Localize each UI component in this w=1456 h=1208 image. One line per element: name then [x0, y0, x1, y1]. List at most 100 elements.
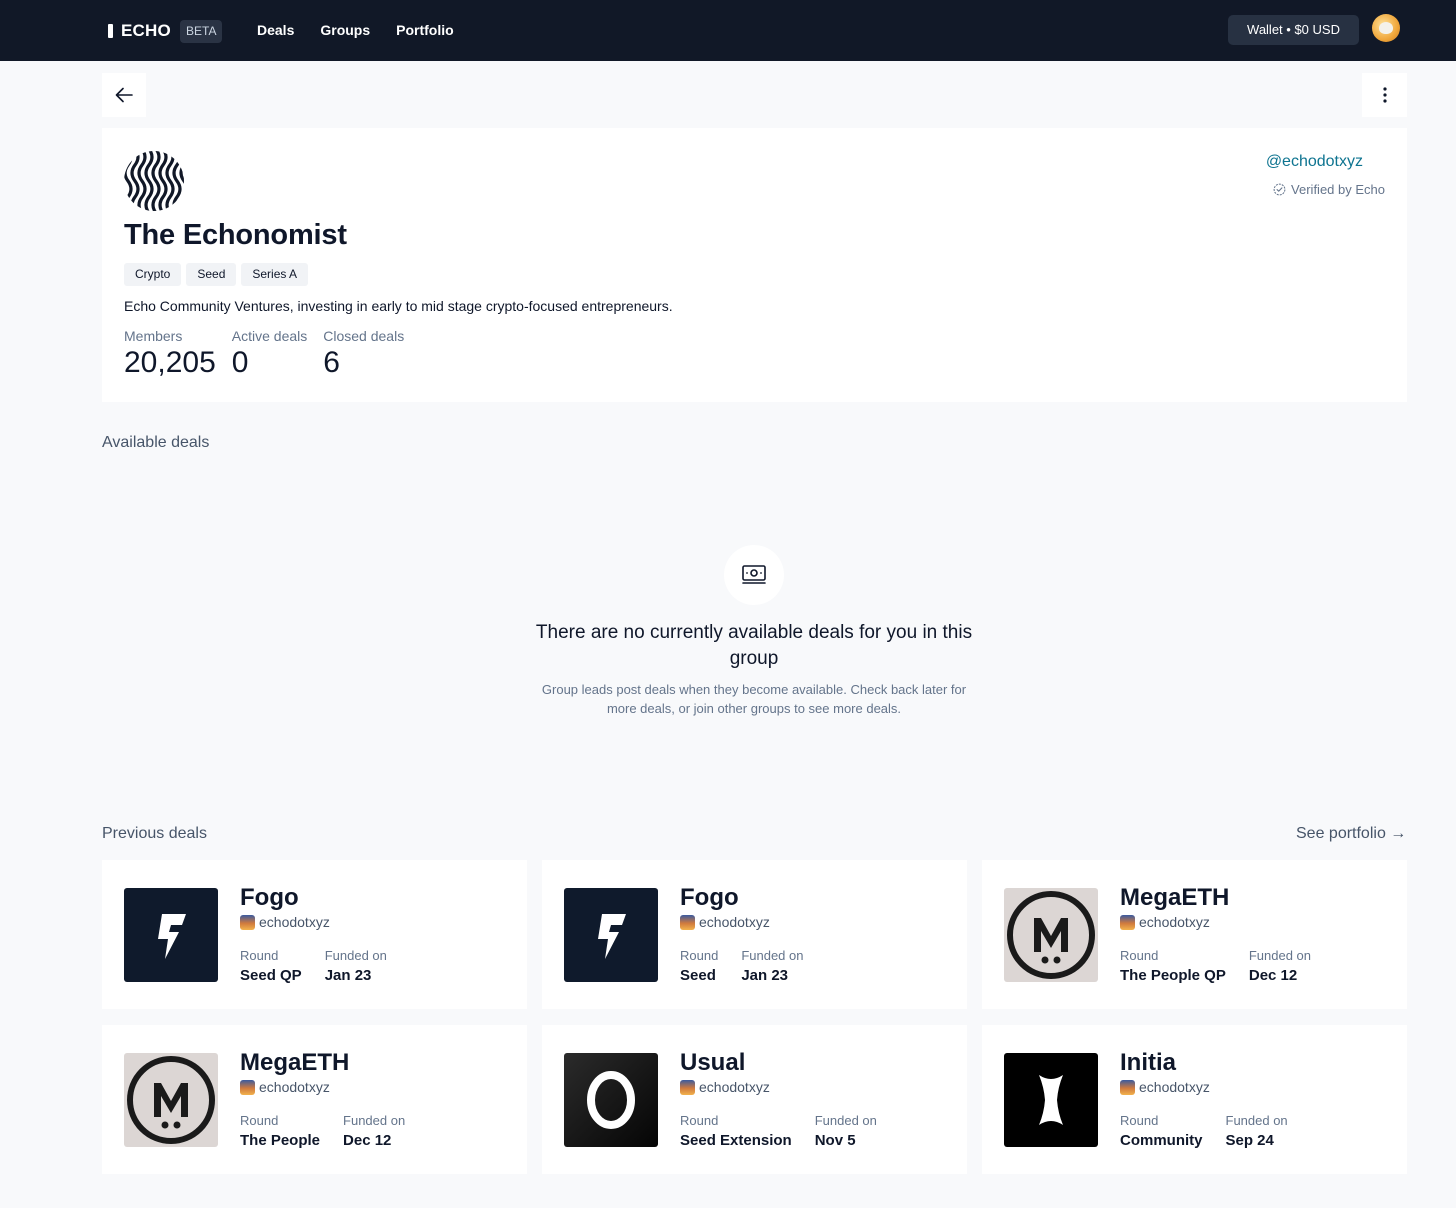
stat-value: 20,205	[124, 346, 216, 379]
group-logo-icon	[124, 151, 184, 211]
round-value: Seed Extension	[680, 1132, 792, 1149]
more-options-button[interactable]	[1362, 73, 1407, 117]
stat-label: Closed deals	[323, 328, 405, 344]
deal-owner: echodotxyz	[1120, 914, 1210, 930]
verified-badge: Verified by Echo	[1273, 182, 1385, 197]
deal-name: Usual	[680, 1049, 746, 1076]
deal-round: Round The People QP	[1120, 948, 1226, 984]
megaeth-logo-icon	[124, 1053, 218, 1147]
deal-round: Round Seed Extension	[680, 1113, 792, 1149]
deal-funded: Funded on Jan 23	[325, 948, 387, 984]
see-portfolio-link[interactable]: See portfolio →	[1296, 825, 1406, 843]
fogo-logo-icon	[124, 888, 218, 982]
initia-logo-icon	[1004, 1053, 1098, 1147]
deal-card-megaeth-people[interactable]: MegaETH echodotxyz Round The People Fund…	[102, 1025, 527, 1174]
verified-check-icon	[1273, 183, 1286, 196]
empty-state-description: Group leads post deals when they become …	[541, 682, 967, 716]
round-value: Community	[1120, 1132, 1203, 1149]
nav-portfolio[interactable]: Portfolio	[396, 22, 454, 38]
deal-card-usual[interactable]: Usual echodotxyz Round Seed Extension Fu…	[542, 1025, 967, 1174]
deal-owner: echodotxyz	[1120, 1079, 1210, 1095]
previous-deals-grid: Fogo echodotxyz Round Seed QP Funded on …	[102, 860, 1407, 1174]
funded-value: Dec 12	[343, 1132, 392, 1149]
usual-logo-icon	[564, 1053, 658, 1147]
funded-value: Dec 12	[1248, 967, 1298, 984]
deal-owner: echodotxyz	[680, 1079, 770, 1095]
deal-funded: Funded on Dec 12	[343, 1113, 405, 1149]
group-header-card: The Echonomist Crypto Seed Series A Echo…	[102, 128, 1407, 402]
group-handle-link[interactable]: @echodotxyz	[1266, 153, 1363, 171]
echo-logo[interactable]: ECHO	[108, 21, 171, 41]
round-value: Seed	[680, 967, 716, 984]
megaeth-logo-icon	[1004, 888, 1098, 982]
owner-avatar-icon	[680, 914, 695, 930]
user-avatar[interactable]	[1372, 14, 1400, 42]
funded-value: Jan 23	[324, 967, 372, 984]
group-stats: Members 20,205 Active deals 0 Closed dea…	[124, 328, 420, 380]
deal-card-initia[interactable]: Initia echodotxyz Round Community Funded…	[982, 1025, 1407, 1174]
owner-name: echodotxyz	[259, 1079, 330, 1095]
banknote-icon	[742, 565, 766, 584]
deal-meta: Round Seed QP Funded on Jan 23	[240, 948, 387, 984]
funded-label: Funded on	[741, 948, 804, 963]
stat-closed-deals: Closed deals 6	[323, 328, 404, 380]
owner-name: echodotxyz	[1139, 914, 1210, 930]
wallet-button[interactable]: Wallet • $0 USD	[1228, 15, 1359, 45]
deal-card-megaeth-people-qp[interactable]: MegaETH echodotxyz Round The People QP F…	[982, 860, 1407, 1009]
deal-name: Fogo	[680, 884, 739, 911]
deal-round: Round Seed QP	[240, 948, 302, 984]
verified-text: Verified by Echo	[1291, 182, 1385, 197]
deal-name: MegaETH	[1120, 884, 1230, 911]
round-value: Seed QP	[240, 967, 302, 984]
group-description: Echo Community Ventures, investing in ea…	[124, 298, 673, 314]
funded-label: Funded on	[1248, 948, 1312, 963]
round-label: Round	[680, 948, 719, 963]
group-title: The Echonomist	[124, 219, 347, 251]
empty-state-title: There are no currently available deals f…	[535, 622, 973, 669]
round-label: Round	[1120, 948, 1159, 963]
tag-series-a: Series A	[241, 263, 309, 286]
deal-funded: Funded on Dec 12	[1249, 948, 1311, 984]
deal-funded: Funded on Nov 5	[815, 1113, 877, 1149]
stat-value: 0	[231, 346, 249, 379]
funded-label: Funded on	[1225, 1113, 1288, 1128]
more-vertical-icon	[1382, 87, 1387, 103]
logo-text: ECHO	[121, 21, 171, 40]
round-label: Round	[1120, 1113, 1159, 1128]
deal-card-fogo-seed[interactable]: Fogo echodotxyz Round Seed Funded on Jan…	[542, 860, 967, 1009]
round-label: Round	[240, 948, 279, 963]
back-button[interactable]	[102, 73, 146, 117]
previous-deals-heading: Previous deals	[102, 825, 207, 842]
nav-groups[interactable]: Groups	[320, 22, 370, 38]
stat-active-deals: Active deals 0	[232, 328, 307, 380]
nav-deals[interactable]: Deals	[257, 22, 294, 38]
owner-avatar-icon	[680, 1079, 695, 1095]
arrow-left-icon	[115, 87, 133, 103]
deal-card-fogo-seed-qp[interactable]: Fogo echodotxyz Round Seed QP Funded on …	[102, 860, 527, 1009]
deal-funded: Funded on Sep 24	[1226, 1113, 1288, 1149]
deal-round: Round The People	[240, 1113, 320, 1149]
main-nav: Deals Groups Portfolio	[257, 22, 454, 38]
deal-owner: echodotxyz	[680, 914, 770, 930]
funded-label: Funded on	[814, 1113, 877, 1128]
tag-crypto: Crypto	[124, 263, 182, 286]
deal-owner: echodotxyz	[240, 914, 330, 930]
deal-round: Round Community	[1120, 1113, 1203, 1149]
group-tags: Crypto Seed Series A	[124, 263, 309, 286]
owner-avatar-icon	[240, 914, 255, 930]
stat-label: Members	[124, 328, 183, 344]
funded-value: Sep 24	[1225, 1132, 1274, 1149]
deal-name: Initia	[1120, 1049, 1177, 1076]
available-deals-heading: Available deals	[102, 434, 210, 451]
owner-name: echodotxyz	[699, 914, 770, 930]
stat-members: Members 20,205	[124, 328, 216, 380]
deal-meta: Round Seed Extension Funded on Nov 5	[680, 1113, 877, 1149]
deal-funded: Funded on Jan 23	[741, 948, 803, 984]
deal-name: Fogo	[240, 884, 299, 911]
round-value: The People	[240, 1132, 321, 1149]
logo-mark-icon	[108, 24, 113, 38]
owner-name: echodotxyz	[1139, 1079, 1210, 1095]
stat-value: 6	[323, 346, 340, 379]
deal-meta: Round The People Funded on Dec 12	[240, 1113, 405, 1149]
owner-avatar-icon	[1120, 914, 1135, 930]
